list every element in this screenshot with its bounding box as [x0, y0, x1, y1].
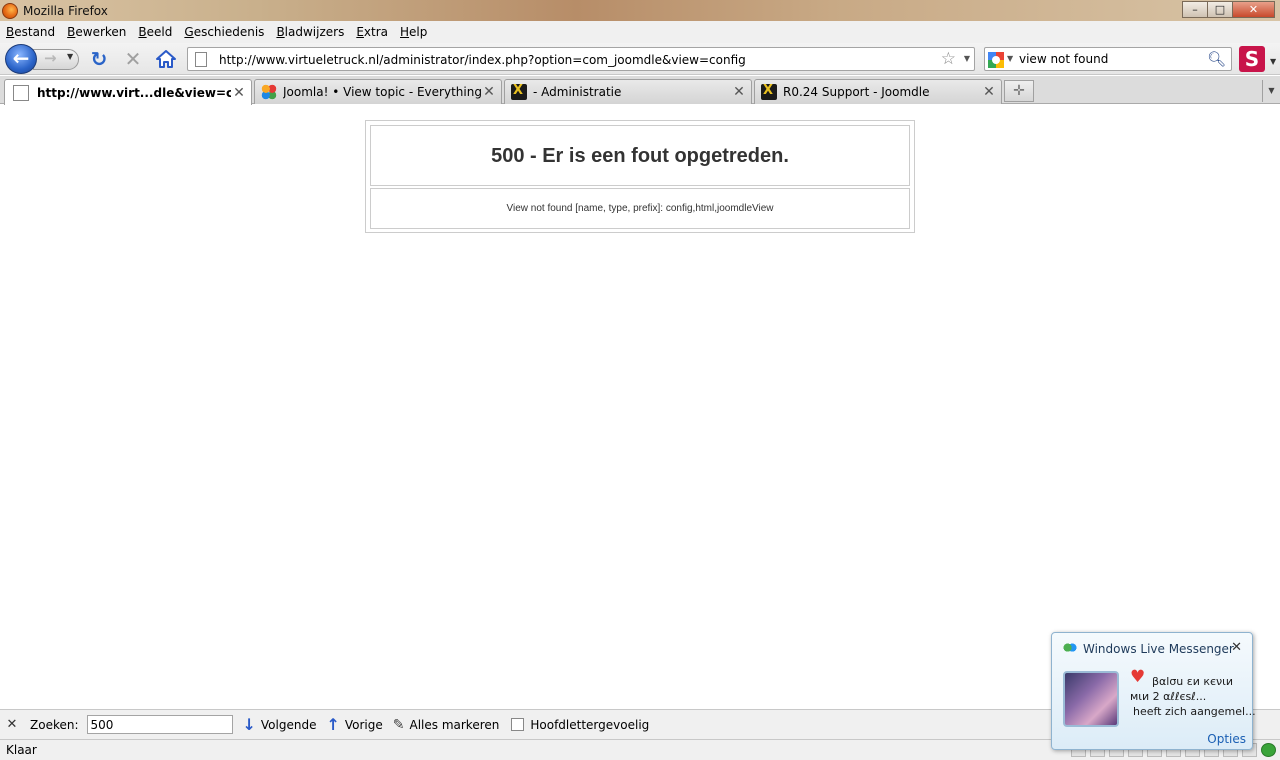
highlighter-icon: ✎ [392, 716, 405, 733]
error-title-box: 500 - Er is een fout opgetreden. [370, 125, 910, 186]
status-text: Klaar [6, 743, 37, 757]
menu-bestand[interactable]: Bestand [6, 25, 55, 39]
reload-icon[interactable]: ↻ [89, 49, 109, 69]
tab-administratie[interactable]: - Administratie ✕ [504, 79, 752, 104]
forward-arrow-icon: → [44, 49, 57, 67]
tab-label: http://www.virt...dle&view=config [37, 85, 231, 100]
bookmark-star-icon[interactable]: ☆ [941, 49, 956, 69]
match-case-label[interactable]: Hoofdlettergevoelig [530, 718, 649, 732]
extension-s-icon[interactable]: S [1239, 46, 1265, 72]
url-bar[interactable]: http://www.virtueletruck.nl/administrato… [187, 47, 975, 71]
search-icon[interactable]: 🔍︎ [1207, 50, 1226, 68]
messenger-status-text: heeft zich aangemel... [1133, 705, 1256, 718]
heart-icon: ♥ [1130, 667, 1146, 687]
avatar[interactable] [1063, 671, 1119, 727]
forward-button[interactable]: → ▼ [33, 49, 79, 70]
search-bar[interactable]: ▼ 🔍︎ [984, 47, 1232, 71]
back-button[interactable]: ← [5, 44, 37, 74]
error-message-box: View not found [name, type, prefix]: con… [370, 188, 910, 229]
close-button[interactable]: ✕ [1232, 1, 1275, 18]
menu-extra[interactable]: Extra [356, 25, 388, 39]
tab-joomdle-support[interactable]: R0.24 Support - Joomdle ✕ [754, 79, 1002, 104]
new-tab-button[interactable]: ✛ [1004, 80, 1034, 102]
find-previous-button[interactable]: ↑ Vorige [326, 715, 382, 734]
find-next-button[interactable]: ↓ Volgende [243, 715, 317, 734]
messenger-title: Windows Live Messenger [1083, 642, 1234, 656]
messenger-contact-name-1: βαlσu εи кєνιи [1152, 675, 1234, 688]
title-bar: Mozilla Firefox – □ ✕ [0, 0, 1280, 21]
messenger-contact-name-2: мιи 2 αℓℓєѕℓ... [1130, 690, 1207, 703]
stop-icon[interactable]: ✕ [123, 49, 143, 69]
menu-beeld[interactable]: Beeld [138, 25, 172, 39]
highlight-all-button[interactable]: ✎ Alles markeren [393, 717, 500, 733]
tab-joomla-topic[interactable]: Joomla! • View topic - Everything fe... … [254, 79, 502, 104]
find-next-label: Volgende [260, 717, 317, 732]
arrow-up-icon: ↑ [326, 715, 340, 734]
tab-list-dropdown-icon[interactable]: ▼ [1262, 80, 1280, 102]
error-message: View not found [name, type, prefix]: con… [506, 203, 774, 214]
menu-bar: Bestand Bewerken Beeld Geschiedenis Blad… [0, 21, 1280, 43]
close-find-bar-icon[interactable]: ✕ [0, 717, 24, 732]
menu-help[interactable]: Help [400, 25, 427, 39]
back-arrow-icon: ← [12, 46, 30, 70]
arrow-down-icon: ↓ [242, 715, 256, 734]
joomla-icon [261, 84, 277, 100]
firefox-icon[interactable] [2, 2, 18, 19]
search-engine-dropdown-icon[interactable]: ▼ [1007, 54, 1013, 63]
joomdle-icon [511, 83, 527, 100]
search-input[interactable] [1019, 50, 1209, 68]
history-dropdown-icon[interactable]: ▼ [67, 52, 73, 61]
highlight-all-label: Alles markeren [409, 717, 500, 732]
page-icon [13, 84, 29, 101]
close-tab-icon[interactable]: ✕ [481, 84, 497, 100]
find-label: Zoeken: [30, 717, 79, 732]
messenger-notification[interactable]: Windows Live Messenger ✕ ♥ βαlσu εи кєνι… [1051, 632, 1256, 750]
tab-label: R0.24 Support - Joomdle [783, 85, 930, 99]
match-case-checkbox[interactable] [511, 718, 525, 731]
close-tab-icon[interactable]: ✕ [731, 84, 747, 100]
home-icon[interactable] [155, 49, 177, 69]
maximize-button[interactable]: □ [1207, 1, 1233, 18]
minimize-button[interactable]: – [1182, 1, 1208, 18]
messenger-people-icon [1062, 642, 1078, 656]
menu-bewerken[interactable]: Bewerken [67, 25, 126, 39]
menu-geschiedenis[interactable]: Geschiedenis [184, 25, 264, 39]
error-container: 500 - Er is een fout opgetreden. View no… [365, 120, 915, 233]
tab-label: - Administratie [533, 85, 622, 99]
tab-label: Joomla! • View topic - Everything fe... [283, 85, 481, 99]
joomdle-icon [761, 83, 777, 100]
url-dropdown-icon[interactable]: ▼ [964, 54, 970, 63]
menu-bladwijzers[interactable]: Bladwijzers [276, 25, 344, 39]
tab-config[interactable]: http://www.virt...dle&view=config ✕ [4, 79, 252, 105]
page-icon [195, 52, 207, 67]
tab-bar: http://www.virt...dle&view=config ✕ Joom… [0, 76, 1280, 105]
close-icon[interactable]: ✕ [1231, 640, 1242, 655]
status-ok-icon[interactable] [1261, 743, 1276, 757]
extension-dropdown-icon[interactable]: ▼ [1270, 57, 1276, 66]
google-icon[interactable] [988, 52, 1004, 68]
page-content: 500 - Er is een fout opgetreden. View no… [0, 105, 1280, 708]
find-input[interactable] [86, 715, 233, 734]
close-tab-icon[interactable]: ✕ [231, 85, 247, 101]
window-title: Mozilla Firefox [23, 3, 108, 18]
messenger-options-link[interactable]: Opties [1207, 732, 1246, 746]
error-title: 500 - Er is een fout opgetreden. [491, 145, 789, 167]
url-text[interactable]: http://www.virtueletruck.nl/administrato… [219, 53, 746, 67]
close-tab-icon[interactable]: ✕ [981, 84, 997, 100]
find-previous-label: Vorige [344, 717, 383, 732]
window-controls: – □ ✕ [1182, 1, 1275, 18]
navigation-toolbar: → ▼ ← ↻ ✕ http://www.virtueletruck.nl/ad… [0, 43, 1280, 75]
